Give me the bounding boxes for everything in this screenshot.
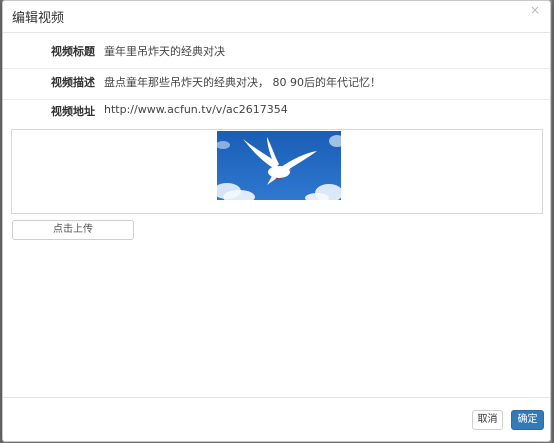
- dialog-title: 编辑视频: [12, 11, 65, 26]
- dove-image-icon: [217, 131, 341, 200]
- cover-image-panel: [11, 129, 543, 214]
- close-icon[interactable]: ×: [528, 3, 542, 17]
- video-url-row: 视频地址 http://www.acfun.tv/v/ac2617354: [3, 101, 550, 119]
- edit-video-dialog: 编辑视频 × 视频标题 童年里吊炸天的经典对决 视频描述 盘点童年那些吊炸天的经…: [2, 0, 551, 442]
- cover-thumbnail[interactable]: [217, 131, 341, 200]
- video-description-value: 盘点童年那些吊炸天的经典对决， 80 90后的年代记忆！: [104, 76, 381, 89]
- video-title-value: 童年里吊炸天的经典对决: [104, 45, 225, 58]
- upload-button[interactable]: 点击上传: [12, 220, 134, 240]
- dialog-header: 编辑视频 ×: [3, 1, 550, 33]
- cancel-button[interactable]: 取消: [472, 410, 503, 430]
- video-title-label: 视频标题: [51, 45, 95, 58]
- video-title-row: 视频标题 童年里吊炸天的经典对决: [3, 41, 550, 69]
- video-description-label: 视频描述: [51, 76, 95, 89]
- confirm-button[interactable]: 确定: [511, 410, 544, 430]
- video-url-label: 视频地址: [51, 105, 95, 118]
- video-description-row: 视频描述 盘点童年那些吊炸天的经典对决， 80 90后的年代记忆！: [3, 73, 550, 100]
- video-url-value: http://www.acfun.tv/v/ac2617354: [104, 103, 288, 116]
- dialog-footer: 取消 确定: [3, 397, 550, 443]
